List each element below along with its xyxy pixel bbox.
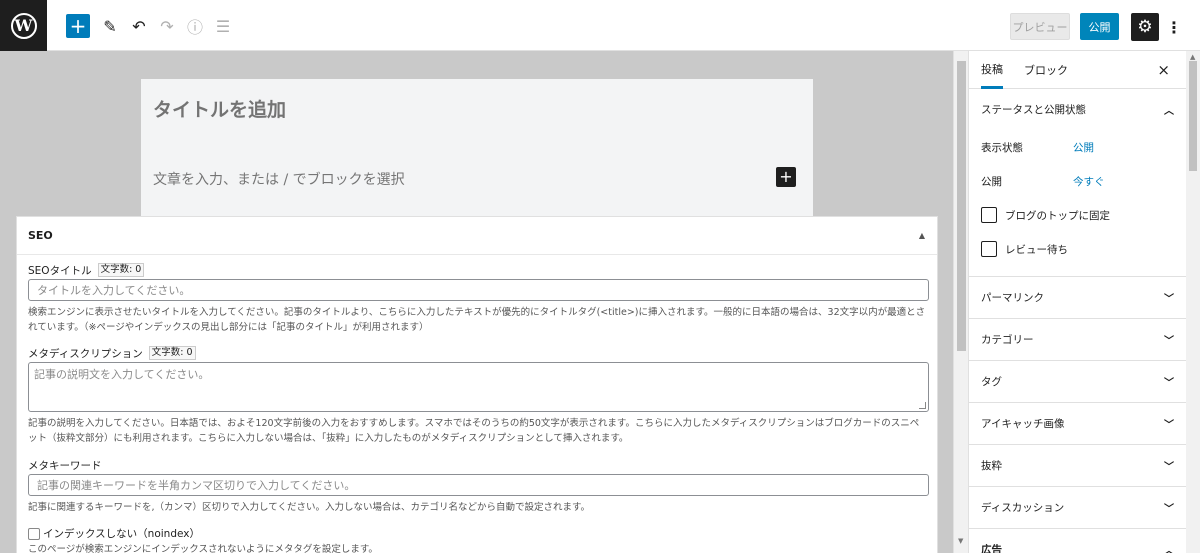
meta-description-help: 記事の説明を入力してください。日本語では、およそ120文字前後の入力をおすすめし… [28, 418, 920, 444]
meta-keywords-label: メタキーワード [28, 459, 102, 472]
seo-metabox: SEO ▲ SEOタイトル 文字数: 0 タイトルを入力してください。 検索エン… [16, 216, 938, 553]
panel-title: カテゴリー [981, 334, 1034, 346]
meta-description-char-count: 文字数: 0 [148, 346, 196, 360]
wordpress-icon: W [10, 12, 37, 39]
meta-keywords-help: 記事に関連するキーワードを,（カンマ）区切りで入力してください。入力しない場合は… [28, 502, 591, 513]
sidebar-panel-tags[interactable]: タグ ﹀ [969, 361, 1186, 403]
tab-block[interactable]: ブロック [1024, 51, 1068, 89]
panel-title: タグ [981, 376, 1002, 388]
post-content-area: タイトルを追加 文章を入力、または / でブロックを選択 + [141, 79, 813, 219]
visibility-label: 表示状態 [981, 141, 1023, 154]
seo-metabox-header[interactable]: SEO ▲ [17, 217, 937, 255]
sidebar-panel-excerpt[interactable]: 抜粋 ﹀ [969, 445, 1186, 487]
sticky-row: ブログのトップに固定 [981, 198, 1174, 232]
sidebar-panel-categories[interactable]: カテゴリー ﹀ [969, 319, 1186, 361]
list-view-icon[interactable]: ☰ [211, 14, 235, 38]
seo-title-char-count: 文字数: 0 [97, 263, 145, 277]
editor-scrollbar-thumb[interactable] [957, 61, 966, 351]
close-sidebar-icon[interactable]: × [1157, 61, 1170, 79]
seo-title-label-row: SEOタイトル 文字数: 0 [28, 263, 927, 277]
chevron-down-icon: ﹀ [1164, 462, 1174, 473]
chevron-down-icon: ﹀ [1164, 294, 1174, 305]
undo-icon[interactable]: ↶ [127, 14, 151, 38]
sidebar-panel-featured-image[interactable]: アイキャッチ画像 ﹀ [969, 403, 1186, 445]
sidebar-panel-permalink[interactable]: パーマリンク ﹀ [969, 277, 1186, 319]
sticky-label: ブログのトップに固定 [1005, 209, 1110, 222]
editor-canvas: タイトルを追加 文章を入力、または / でブロックを選択 + SEO ▲ SEO… [0, 51, 953, 553]
status-visibility-title: ステータスと公開状態 [981, 104, 1086, 116]
inline-add-block-button[interactable]: + [776, 167, 796, 187]
settings-gear-icon[interactable]: ⚙ [1131, 13, 1159, 41]
noindex-help: このページが検索エンジンにインデックスされないようにメタタグを設定します。 [28, 544, 378, 553]
sidebar-panel-ads[interactable]: 広告 ︿ [969, 529, 1186, 553]
post-title-input[interactable]: タイトルを追加 [153, 95, 286, 122]
panel-title: アイキャッチ画像 [981, 418, 1065, 430]
chevron-down-icon: ﹀ [1164, 378, 1174, 389]
status-visibility-header[interactable]: ステータスと公開状態 ︿ [969, 89, 1186, 130]
meta-description-label: メタディスクリプション [28, 347, 143, 360]
status-visibility-panel: ステータスと公開状態 ︿ 表示状態 公開 公開 今すぐ ブログのトップに固定 レ… [969, 89, 1186, 277]
seo-title-help: 検索エンジンに表示させたいタイトルを入力してください。記事のタイトルより、こちら… [28, 307, 926, 333]
wordpress-logo-button[interactable]: W [0, 0, 47, 51]
publish-date-link[interactable]: 今すぐ [1073, 174, 1105, 189]
edit-tools-icon[interactable]: ✎ [98, 14, 122, 38]
panel-title: 広告 [981, 544, 1002, 553]
chevron-up-icon: ︿ [1164, 106, 1174, 117]
sidebar-scroll-up-arrow-icon[interactable]: ▲ [1190, 53, 1195, 61]
pending-review-checkbox[interactable] [981, 241, 997, 257]
preview-button[interactable]: プレビュー [1010, 13, 1070, 40]
meta-description-placeholder: 記事の説明文を入力してください。 [34, 368, 210, 381]
add-block-button[interactable]: + [66, 14, 90, 38]
noindex-row: インデックスしない（noindex） [28, 526, 927, 541]
resize-grip-icon[interactable] [919, 402, 926, 409]
publish-date-row: 公開 今すぐ [981, 164, 1174, 198]
publish-date-label: 公開 [981, 175, 1002, 188]
sticky-checkbox[interactable] [981, 207, 997, 223]
sidebar-scrollbar[interactable]: ▲ [1186, 51, 1200, 553]
noindex-checkbox[interactable] [28, 527, 40, 540]
collapse-caret-icon[interactable]: ▲ [919, 231, 925, 240]
editor-header: W + ✎ ↶ ↷ ⓘ ☰ プレビュー 公開 ⚙ ⋮ [0, 0, 1200, 51]
pending-review-row: レビュー待ち [981, 232, 1174, 266]
visibility-row: 表示状態 公開 [981, 130, 1174, 164]
sidebar-tabs: 投稿 ブロック × [969, 51, 1186, 89]
sidebar-panel-discussion[interactable]: ディスカッション ﹀ [969, 487, 1186, 529]
settings-sidebar: 投稿 ブロック × ステータスと公開状態 ︿ 表示状態 公開 公開 今すぐ ブロ… [968, 51, 1186, 553]
panel-title: ディスカッション [981, 502, 1065, 514]
publish-button[interactable]: 公開 [1080, 13, 1119, 40]
more-options-icon[interactable]: ⋮ [1166, 13, 1182, 41]
seo-title-label: SEOタイトル [28, 264, 92, 277]
sidebar-scrollbar-thumb[interactable] [1189, 61, 1197, 171]
chevron-down-icon: ﹀ [1164, 336, 1174, 347]
panel-title: パーマリンク [981, 292, 1044, 304]
visibility-toggle-link[interactable]: 公開 [1073, 140, 1094, 155]
meta-keywords-input[interactable]: 記事の関連キーワードを半角カンマ区切りで入力してください。 [28, 474, 929, 496]
noindex-label: インデックスしない（noindex） [43, 528, 200, 540]
editor-scrollbar[interactable]: ▼ [953, 51, 968, 553]
scroll-down-arrow-icon[interactable]: ▼ [958, 537, 963, 545]
seo-title-input[interactable]: タイトルを入力してください。 [28, 279, 929, 301]
post-body-input[interactable]: 文章を入力、または / でブロックを選択 [153, 169, 405, 189]
chevron-up-icon: ︿ [1164, 546, 1174, 553]
pending-review-label: レビュー待ち [1005, 243, 1068, 256]
meta-description-label-row: メタディスクリプション 文字数: 0 [28, 346, 927, 360]
redo-icon[interactable]: ↷ [155, 14, 179, 38]
chevron-down-icon: ﹀ [1164, 504, 1174, 515]
chevron-down-icon: ﹀ [1164, 420, 1174, 431]
panel-title: 抜粋 [981, 460, 1002, 472]
meta-description-textarea[interactable]: 記事の説明文を入力してください。 [28, 362, 929, 412]
tab-post[interactable]: 投稿 [981, 51, 1003, 89]
info-icon[interactable]: ⓘ [183, 14, 207, 38]
seo-heading: SEO [28, 229, 53, 242]
